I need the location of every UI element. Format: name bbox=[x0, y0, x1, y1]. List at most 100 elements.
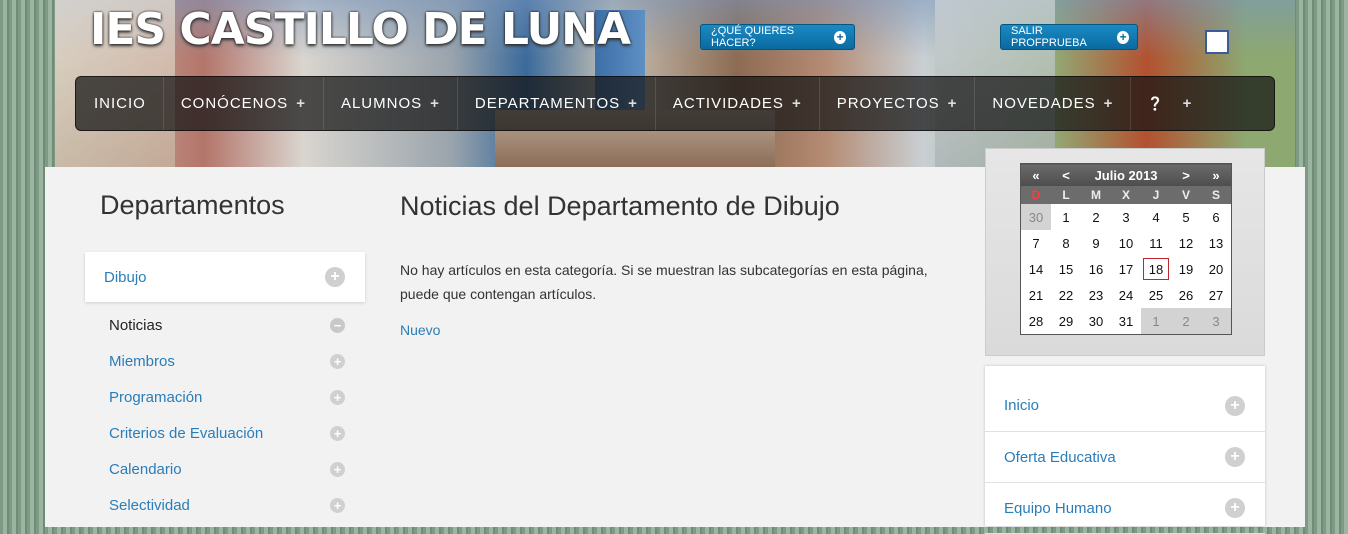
right-menu-item-oferta[interactable]: Oferta Educativa + bbox=[985, 432, 1265, 483]
calendar-week: 14 15 16 17 18 19 20 bbox=[1020, 256, 1232, 282]
prev-month-button[interactable]: < bbox=[1051, 163, 1081, 186]
expand-icon[interactable]: + bbox=[330, 389, 345, 405]
calendar-week: 21 22 23 24 25 26 27 bbox=[1020, 282, 1232, 308]
calendar-day[interactable]: 1 bbox=[1141, 308, 1171, 335]
nav-item-inicio[interactable]: INICIO bbox=[76, 77, 164, 130]
prev-year-button[interactable]: « bbox=[1020, 163, 1051, 186]
calendar-day[interactable]: 28 bbox=[1020, 308, 1051, 335]
plus-icon: + bbox=[430, 95, 440, 112]
expand-icon[interactable]: + bbox=[330, 461, 345, 477]
right-menu-item-equipo[interactable]: Equipo Humano + bbox=[985, 483, 1265, 534]
calendar-day[interactable]: 21 bbox=[1020, 282, 1051, 308]
what-to-do-label: ¿QUÉ QUIERES HACER? bbox=[711, 25, 795, 49]
weekday-label: X bbox=[1111, 186, 1141, 204]
sidebar-subitem-label: Calendario bbox=[109, 460, 182, 478]
nav-item-alumnos[interactable]: ALUMNOS + bbox=[324, 77, 458, 130]
nav-item-novedades[interactable]: NOVEDADES + bbox=[975, 77, 1132, 130]
expand-icon[interactable]: + bbox=[1225, 498, 1245, 518]
new-article-link[interactable]: Nuevo bbox=[400, 322, 440, 338]
sidebar-subitem-calendario[interactable]: Calendario + bbox=[109, 457, 345, 481]
sidebar-subitem-miembros[interactable]: Miembros + bbox=[109, 349, 345, 373]
empty-category-message: No hay artículos en esta categoría. Si s… bbox=[400, 262, 928, 302]
calendar-day[interactable]: 30 bbox=[1081, 308, 1111, 335]
calendar-day[interactable]: 9 bbox=[1081, 230, 1111, 256]
calendar-day[interactable]: 27 bbox=[1201, 282, 1232, 308]
nav-label: ACTIVIDADES bbox=[672, 95, 784, 112]
calendar-day[interactable]: 5 bbox=[1171, 204, 1201, 230]
calendar-day[interactable]: 26 bbox=[1171, 282, 1201, 308]
calendar-day[interactable]: 16 bbox=[1081, 256, 1111, 282]
what-to-do-button[interactable]: ¿QUÉ QUIERES HACER? + bbox=[700, 24, 855, 50]
calendar-week: 30 1 2 3 4 5 6 bbox=[1020, 204, 1232, 230]
calendar-day[interactable]: 24 bbox=[1111, 282, 1141, 308]
sidebar-subitem-label: Selectividad bbox=[109, 496, 190, 514]
plus-icon: + bbox=[791, 95, 802, 112]
calendar-day[interactable]: 11 bbox=[1141, 230, 1171, 256]
calendar-day[interactable]: 17 bbox=[1111, 256, 1141, 282]
sidebar-subitem-criterios[interactable]: Criterios de Evaluación + bbox=[109, 421, 345, 445]
right-menu-item-inicio[interactable]: Inicio + bbox=[985, 366, 1265, 432]
calendar-day[interactable]: 12 bbox=[1171, 230, 1201, 256]
calendar-day[interactable]: 20 bbox=[1201, 256, 1232, 282]
expand-icon[interactable]: + bbox=[1225, 395, 1245, 416]
calendar-day[interactable]: 4 bbox=[1141, 204, 1171, 230]
weekday-label: L bbox=[1051, 186, 1081, 204]
calendar-day[interactable]: 15 bbox=[1051, 256, 1081, 282]
logout-button[interactable]: SALIR PROFPRUEBA + bbox=[1000, 24, 1138, 50]
help-icon: ❓ bbox=[1147, 95, 1165, 111]
calendar-day[interactable]: 25 bbox=[1141, 282, 1171, 308]
expand-icon[interactable]: + bbox=[325, 267, 345, 287]
calendar-day[interactable]: 3 bbox=[1111, 204, 1141, 230]
calendar-day[interactable]: 2 bbox=[1171, 308, 1201, 335]
calendar-day[interactable]: 2 bbox=[1081, 204, 1111, 230]
sidebar-subitem-programacion[interactable]: Programación + bbox=[109, 385, 345, 409]
next-month-button[interactable]: > bbox=[1171, 163, 1201, 186]
nav-item-proyectos[interactable]: PROYECTOS + bbox=[820, 77, 976, 130]
nav-item-help[interactable]: ❓ + bbox=[1131, 77, 1209, 130]
sidebar-subitem-noticias[interactable]: Noticias − bbox=[109, 313, 345, 337]
calendar-day-today[interactable]: 18 bbox=[1141, 256, 1171, 282]
nav-item-conocenos[interactable]: CONÓCENOS + bbox=[164, 77, 324, 130]
calendar-header: « < Julio 2013 > » bbox=[1020, 163, 1232, 186]
right-menu-label: Equipo Humano bbox=[1004, 499, 1112, 517]
weekday-label: J bbox=[1141, 186, 1171, 204]
calendar-day[interactable]: 10 bbox=[1111, 230, 1141, 256]
right-menu-label: Oferta Educativa bbox=[1004, 448, 1116, 466]
calendar-day[interactable]: 22 bbox=[1051, 282, 1081, 308]
calendar-day[interactable]: 3 bbox=[1201, 308, 1232, 335]
calendar-day[interactable]: 31 bbox=[1111, 308, 1141, 335]
sidebar-subitem-label: Miembros bbox=[109, 352, 175, 370]
sidebar-item-dibujo[interactable]: Dibujo + bbox=[85, 252, 365, 302]
plus-icon: + bbox=[1117, 30, 1129, 44]
collapse-icon[interactable]: − bbox=[330, 317, 345, 333]
expand-icon[interactable]: + bbox=[330, 497, 345, 513]
calendar-day[interactable]: 13 bbox=[1201, 230, 1232, 256]
sidebar-subitem-label: Noticias bbox=[109, 316, 163, 334]
logout-label: SALIR PROFPRUEBA bbox=[1011, 25, 1087, 49]
sidebar-item-label: Dibujo bbox=[104, 268, 147, 286]
sidebar-subitem-label: Programación bbox=[109, 388, 203, 406]
calendar-day[interactable]: 23 bbox=[1081, 282, 1111, 308]
next-year-button[interactable]: » bbox=[1201, 163, 1232, 186]
page-title: Noticias del Departamento de Dibujo bbox=[400, 191, 840, 221]
site-title[interactable]: IES CASTILLO DE LUNA bbox=[90, 4, 631, 55]
expand-icon[interactable]: + bbox=[1225, 447, 1245, 467]
nav-item-actividades[interactable]: ACTIVIDADES + bbox=[656, 77, 820, 130]
nav-item-departamentos[interactable]: DEPARTAMENTOS + bbox=[458, 77, 656, 130]
calendar-day[interactable]: 6 bbox=[1201, 204, 1232, 230]
calendar-day[interactable]: 14 bbox=[1020, 256, 1051, 282]
calendar-day[interactable]: 8 bbox=[1051, 230, 1081, 256]
expand-icon[interactable]: + bbox=[330, 353, 345, 369]
nav-label: DEPARTAMENTOS bbox=[474, 95, 621, 112]
calendar-weekdays: D L M X J V S bbox=[1020, 186, 1232, 204]
sidebar-subitem-selectividad[interactable]: Selectividad + bbox=[109, 493, 345, 517]
nav-label: ALUMNOS bbox=[340, 95, 423, 112]
right-menu-label: Inicio bbox=[1004, 397, 1040, 414]
expand-icon[interactable]: + bbox=[330, 425, 345, 441]
calendar-day[interactable]: 1 bbox=[1051, 204, 1081, 230]
calendar-week: 7 8 9 10 11 12 13 bbox=[1020, 230, 1232, 256]
calendar-day[interactable]: 29 bbox=[1051, 308, 1081, 335]
calendar-day[interactable]: 7 bbox=[1020, 230, 1051, 256]
calendar-day[interactable]: 19 bbox=[1171, 256, 1201, 282]
calendar-day[interactable]: 30 bbox=[1020, 204, 1051, 230]
